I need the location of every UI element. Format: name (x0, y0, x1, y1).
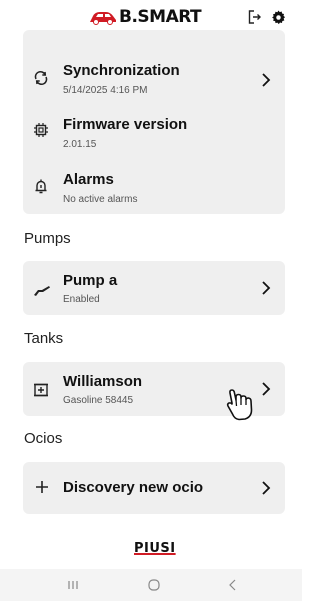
tanks-section-label: Tanks (24, 330, 64, 347)
brand-name: B.SMART (119, 7, 202, 27)
tank-detail: Gasoline 58445 (63, 395, 134, 406)
pump-status: Enabled (63, 294, 100, 305)
firmware-row: Firmware version 2.01.15 (23, 102, 285, 156)
recent-apps-icon[interactable] (66, 577, 80, 593)
alarms-row: Alarms No active alarms (23, 156, 285, 210)
tank-name: Williamson (63, 373, 143, 390)
sync-title: Synchronization (63, 62, 180, 79)
home-icon[interactable] (146, 577, 162, 593)
sync-row[interactable]: Synchronization 5/14/2025 4:16 PM (23, 48, 285, 102)
firmware-title: Firmware version (63, 116, 188, 133)
hand-pointer-icon (226, 389, 253, 421)
sync-value: 5/14/2025 4:16 PM (63, 85, 148, 96)
chip-icon (34, 123, 48, 137)
alarm-bell-icon (35, 179, 47, 194)
system-info-card: Synchronization 5/14/2025 4:16 PM Firmwa… (23, 30, 285, 214)
fuel-nozzle-icon (34, 286, 50, 296)
alarms-value: No active alarms (63, 194, 138, 205)
piusi-logo: PIUSI (134, 541, 176, 556)
alarms-title: Alarms (63, 171, 114, 188)
brand-logo: B.SMART (89, 6, 202, 28)
pumps-section-label: Pumps (24, 230, 71, 247)
piusi-logo-text: PIUSI (134, 541, 176, 556)
discover-ocio-label: Discovery new ocio (63, 479, 204, 496)
firmware-value: 2.01.15 (63, 139, 97, 150)
back-icon[interactable] (226, 577, 240, 593)
chevron-right-icon (262, 73, 271, 87)
plus-icon (36, 481, 48, 493)
discover-ocio-card[interactable]: Discovery new ocio (23, 462, 285, 514)
ocios-section-label: Ocios (24, 430, 63, 447)
logout-icon[interactable] (246, 8, 264, 26)
system-nav-bar (0, 569, 302, 601)
tank-icon (34, 383, 48, 397)
car-logo-icon (90, 12, 116, 25)
chevron-right-icon (262, 481, 271, 495)
pump-name: Pump a (63, 272, 118, 289)
pump-card[interactable]: Pump a Enabled (23, 261, 285, 315)
gear-icon[interactable] (269, 8, 287, 26)
chevron-right-icon (262, 281, 271, 295)
sync-icon (34, 70, 48, 86)
